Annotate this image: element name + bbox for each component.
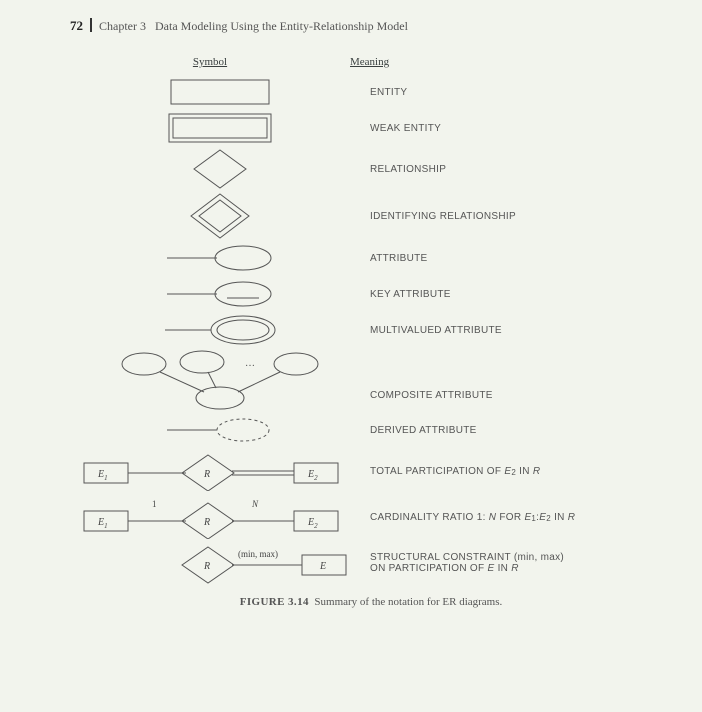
entity-icon bbox=[170, 79, 270, 105]
svg-text:(min, max): (min, max) bbox=[238, 549, 278, 559]
relationship-icon bbox=[192, 148, 248, 190]
header-meaning: Meaning bbox=[350, 56, 389, 68]
figure-number: FIGURE 3.14 bbox=[240, 596, 309, 608]
row-key-attribute: KEY ATTRIBUTE bbox=[70, 276, 672, 312]
composite-attribute-icon: … bbox=[110, 348, 330, 412]
row-attribute: ATTRIBUTE bbox=[70, 240, 672, 276]
header-symbol: Symbol bbox=[70, 56, 350, 68]
cardinality-icon: E1 1 R N E2 bbox=[80, 495, 360, 539]
label-total-participation: TOTAL PARTICIPATION OF E2 IN R bbox=[370, 466, 540, 477]
row-total-participation: E1 R E2 TOTAL PARTICIPATION OF E2 IN R bbox=[70, 448, 672, 494]
label-structural: STRUCTURAL CONSTRAINT (min, max) ON PART… bbox=[370, 552, 564, 574]
label-key-attribute: KEY ATTRIBUTE bbox=[370, 289, 451, 300]
derived-attribute-icon bbox=[165, 417, 275, 443]
svg-text:E: E bbox=[319, 561, 326, 572]
svg-text:R: R bbox=[203, 469, 210, 480]
row-weak-entity: WEAK ENTITY bbox=[70, 110, 672, 146]
dots-icon: … bbox=[245, 358, 255, 369]
chapter-title: Data Modeling Using the Entity-Relations… bbox=[155, 19, 408, 33]
svg-text:1: 1 bbox=[152, 499, 157, 509]
svg-text:E2: E2 bbox=[307, 469, 318, 482]
row-cardinality: E1 1 R N E2 CARDINALITY RATIO 1: N FOR E… bbox=[70, 494, 672, 540]
svg-text:E2: E2 bbox=[307, 517, 318, 530]
label-relationship: RELATIONSHIP bbox=[370, 164, 446, 175]
label-entity: ENTITY bbox=[370, 87, 407, 98]
label-derived-attribute: DERIVED ATTRIBUTE bbox=[370, 425, 477, 436]
label-weak-entity: WEAK ENTITY bbox=[370, 123, 441, 134]
page-number: 72 bbox=[70, 18, 83, 33]
caption-text: Summary of the notation for ER diagrams. bbox=[314, 596, 502, 608]
row-derived-attribute: DERIVED ATTRIBUTE bbox=[70, 412, 672, 448]
chapter-label: Chapter 3 bbox=[99, 19, 146, 33]
running-head: 72 Chapter 3 Data Modeling Using the Ent… bbox=[70, 18, 672, 34]
label-attribute: ATTRIBUTE bbox=[370, 253, 428, 264]
page-scan: 72 Chapter 3 Data Modeling Using the Ent… bbox=[0, 0, 702, 618]
attribute-icon bbox=[165, 244, 275, 272]
label-multivalued-attribute: MULTIVALUED ATTRIBUTE bbox=[370, 325, 502, 336]
row-entity: ENTITY bbox=[70, 74, 672, 110]
structural-constraint-icon: R (min, max) E bbox=[80, 541, 360, 585]
multivalued-attribute-icon bbox=[163, 314, 277, 346]
column-headers: Symbol Meaning bbox=[70, 56, 672, 68]
svg-text:N: N bbox=[251, 499, 259, 509]
row-ident-relationship: IDENTIFYING RELATIONSHIP bbox=[70, 192, 672, 240]
label-cardinality: CARDINALITY RATIO 1: N FOR E1:E2 IN R bbox=[370, 512, 575, 523]
total-participation-icon: E1 R E2 bbox=[80, 451, 360, 491]
separator-bar bbox=[90, 18, 92, 32]
svg-text:R: R bbox=[203, 517, 210, 528]
identifying-relationship-icon bbox=[189, 192, 251, 240]
label-ident-relationship: IDENTIFYING RELATIONSHIP bbox=[370, 211, 516, 222]
weak-entity-icon bbox=[168, 113, 272, 143]
row-structural: R (min, max) E STRUCTURAL CONSTRAINT (mi… bbox=[70, 540, 672, 586]
figure-caption: FIGURE 3.14 Summary of the notation for … bbox=[70, 596, 672, 608]
row-composite-attribute: … COMPOSITE ATTRIBUTE bbox=[70, 348, 672, 412]
key-attribute-icon bbox=[165, 280, 275, 308]
row-relationship: RELATIONSHIP bbox=[70, 146, 672, 192]
row-multivalued-attribute: MULTIVALUED ATTRIBUTE bbox=[70, 312, 672, 348]
svg-text:R: R bbox=[203, 561, 210, 572]
label-composite-attribute: COMPOSITE ATTRIBUTE bbox=[370, 360, 493, 401]
svg-text:E1: E1 bbox=[97, 469, 108, 482]
svg-text:E1: E1 bbox=[97, 517, 108, 530]
